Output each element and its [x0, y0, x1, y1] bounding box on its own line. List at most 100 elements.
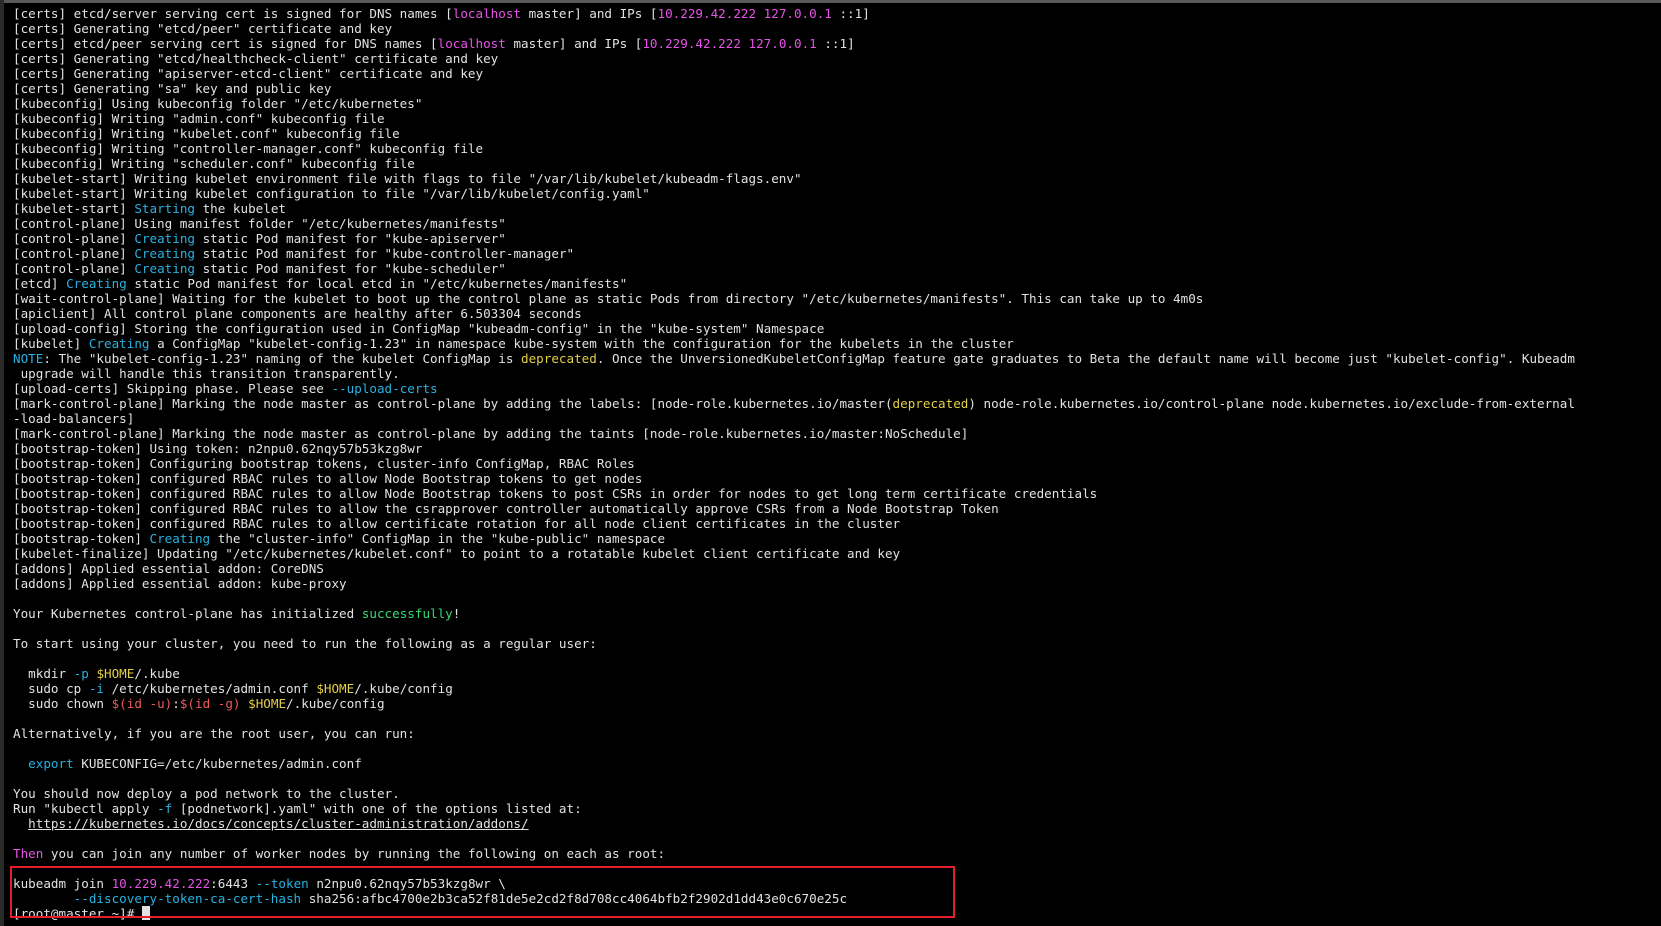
terminal-line: [control-plane] Using manifest folder "/… [13, 216, 1659, 231]
terminal-text: [certs] etcd/peer serving cert is signed… [13, 36, 438, 51]
terminal-line: [control-plane] Creating static Pod mani… [13, 231, 1659, 246]
terminal-text: -p [73, 666, 89, 681]
terminal-text: 10.229.42.222 [111, 876, 211, 891]
terminal-line: sudo cp -i /etc/kubernetes/admin.conf $H… [13, 681, 1659, 696]
terminal-text: [addons] Applied essential addon: CoreDN… [13, 561, 324, 576]
terminal-line: [apiclient] All control plane components… [13, 306, 1659, 321]
terminal-line: upgrade will handle this transition tran… [13, 366, 1659, 381]
terminal-text: [wait-control-plane] Waiting for the kub… [13, 291, 1204, 306]
terminal-line: [upload-config] Storing the configuratio… [13, 321, 1659, 336]
terminal-text: localhost [437, 36, 506, 51]
terminal-text: Creating [134, 231, 195, 246]
terminal-text: :6443 [210, 876, 256, 891]
terminal-line: [bootstrap-token] configured RBAC rules … [13, 471, 1659, 486]
terminal-text: [control-plane] Using manifest folder "/… [13, 216, 506, 231]
terminal-line: mkdir -p $HOME/.kube [13, 666, 1659, 681]
terminal-text: [kubeconfig] Writing "controller-manager… [13, 141, 484, 156]
terminal-line: [kubeconfig] Writing "kubelet.conf" kube… [13, 126, 1659, 141]
terminal-line: [wait-control-plane] Waiting for the kub… [13, 291, 1659, 306]
terminal-text: Creating [134, 246, 195, 261]
terminal-line: [bootstrap-token] configured RBAC rules … [13, 486, 1659, 501]
terminal-line: sudo chown $(id -u):$(id -g) $HOME/.kube… [13, 696, 1659, 711]
terminal-line: You should now deploy a pod network to t… [13, 786, 1659, 801]
terminal-text: static Pod manifest for "kube-scheduler" [195, 261, 506, 276]
terminal-text: the "cluster-info" ConfigMap in the "kub… [210, 531, 666, 546]
terminal-text: [control-plane] [13, 246, 135, 261]
terminal-line: [kubelet-start] Writing kubelet environm… [13, 171, 1659, 186]
terminal-text: Creating [66, 276, 127, 291]
terminal-text: Alternatively, if you are the root user,… [13, 726, 415, 741]
terminal-line: [addons] Applied essential addon: CoreDN… [13, 561, 1659, 576]
terminal-text: Your Kubernetes control-plane has initia… [13, 606, 362, 621]
terminal-line: Run "kubectl apply -f [podnetwork].yaml"… [13, 801, 1659, 816]
terminal-text: sha256:afbc4700e2b3ca52f81de5e2cd2f8d708… [301, 891, 848, 906]
terminal-text: $(id -u) [111, 696, 173, 711]
terminal-text: mkdir [13, 666, 74, 681]
terminal-text: [kubelet-start] Writing kubelet configur… [13, 186, 650, 201]
terminal-line: Your Kubernetes control-plane has initia… [13, 606, 1659, 621]
terminal-text: [kubeconfig] Writing "kubelet.conf" kube… [13, 126, 400, 141]
terminal-text: [certs] Generating "apiserver-etcd-clien… [13, 66, 484, 81]
terminal-line: --discovery-token-ca-cert-hash sha256:af… [13, 891, 1659, 906]
terminal-text: ::1] [831, 6, 870, 21]
terminal-text: [bootstrap-token] Configuring bootstrap … [13, 456, 635, 471]
terminal-text: /.kube/config [286, 696, 385, 711]
terminal-text: [mark-control-plane] Marking the node ma… [13, 396, 893, 411]
terminal-text: [bootstrap-token] configured RBAC rules … [13, 486, 1098, 501]
terminal-line: [kubeconfig] Using kubeconfig folder "/e… [13, 96, 1659, 111]
terminal-text: --token [255, 876, 309, 891]
shell-prompt: [root@master ~]# [13, 906, 142, 921]
terminal-text: ! [452, 606, 461, 621]
window-top-edge [0, 0, 1661, 3]
terminal-text: Then [13, 846, 44, 861]
shell-prompt-line[interactable]: [root@master ~]# [13, 906, 1659, 921]
terminal-text: $HOME [96, 666, 135, 681]
terminal-text: 10.229.42.222 127.0.0.1 [642, 36, 817, 51]
terminal-line: [control-plane] Creating static Pod mani… [13, 246, 1659, 261]
terminal-line: [certs] Generating "etcd/peer" certifica… [13, 21, 1659, 36]
terminal-text: [certs] etcd/server serving cert is sign… [13, 6, 453, 21]
terminal-text: [kubeconfig] Using kubeconfig folder "/e… [13, 96, 423, 111]
terminal-text: static Pod manifest for "kube-controller… [195, 246, 575, 261]
terminal-text: [upload-certs] Skipping phase. Please se… [13, 381, 332, 396]
terminal-text: kubeadm join [13, 876, 112, 891]
terminal-text: : The "kubelet-config-1.23" naming of th… [43, 351, 522, 366]
addons-docs-link[interactable]: https://kubernetes.io/docs/concepts/clus… [28, 816, 528, 831]
terminal-line: [mark-control-plane] Marking the node ma… [13, 426, 1659, 441]
terminal-text: master] and IPs [ [505, 36, 643, 51]
terminal-line: [certs] etcd/server serving cert is sign… [13, 6, 1659, 21]
terminal-text: Creating [134, 261, 195, 276]
terminal-text: [kubeconfig] Writing "admin.conf" kubeco… [13, 111, 385, 126]
terminal-output[interactable]: [certs] etcd/server serving cert is sign… [13, 6, 1659, 922]
terminal-text: master] and IPs [ [521, 6, 658, 21]
terminal-text: [bootstrap-token] configured RBAC rules … [13, 516, 901, 531]
terminal-text: Run "kubectl apply [13, 801, 158, 816]
terminal-text: ) node-role.kubernetes.io/control-plane … [968, 396, 1575, 411]
terminal-line: [bootstrap-token] configured RBAC rules … [13, 516, 1659, 531]
terminal-text: deprecated [521, 351, 597, 366]
terminal-text: 10.229.42.222 127.0.0.1 [657, 6, 832, 21]
terminal-line: [bootstrap-token] Using token: n2npu0.62… [13, 441, 1659, 456]
terminal-text: /.kube/config [354, 681, 453, 696]
terminal-text: ::1] [816, 36, 855, 51]
terminal-line: NOTE: The "kubelet-config-1.23" naming o… [13, 351, 1659, 366]
terminal-text: . Once the UnversionedKubeletConfigMap f… [596, 351, 1575, 366]
terminal-line: [kubelet] Creating a ConfigMap "kubelet-… [13, 336, 1659, 351]
terminal-line: [certs] Generating "apiserver-etcd-clien… [13, 66, 1659, 81]
terminal-line: [kubeconfig] Writing "scheduler.conf" ku… [13, 156, 1659, 171]
terminal-text: $HOME [316, 681, 355, 696]
terminal-line: To start using your cluster, you need to… [13, 636, 1659, 651]
terminal-text: [apiclient] All control plane components… [13, 306, 582, 321]
terminal-text: [bootstrap-token] [13, 531, 150, 546]
terminal-text: a ConfigMap "kubelet-config-1.23" in nam… [149, 336, 1014, 351]
terminal-text: -load-balancers] [13, 411, 135, 426]
terminal-text: [addons] Applied essential addon: kube-p… [13, 576, 347, 591]
